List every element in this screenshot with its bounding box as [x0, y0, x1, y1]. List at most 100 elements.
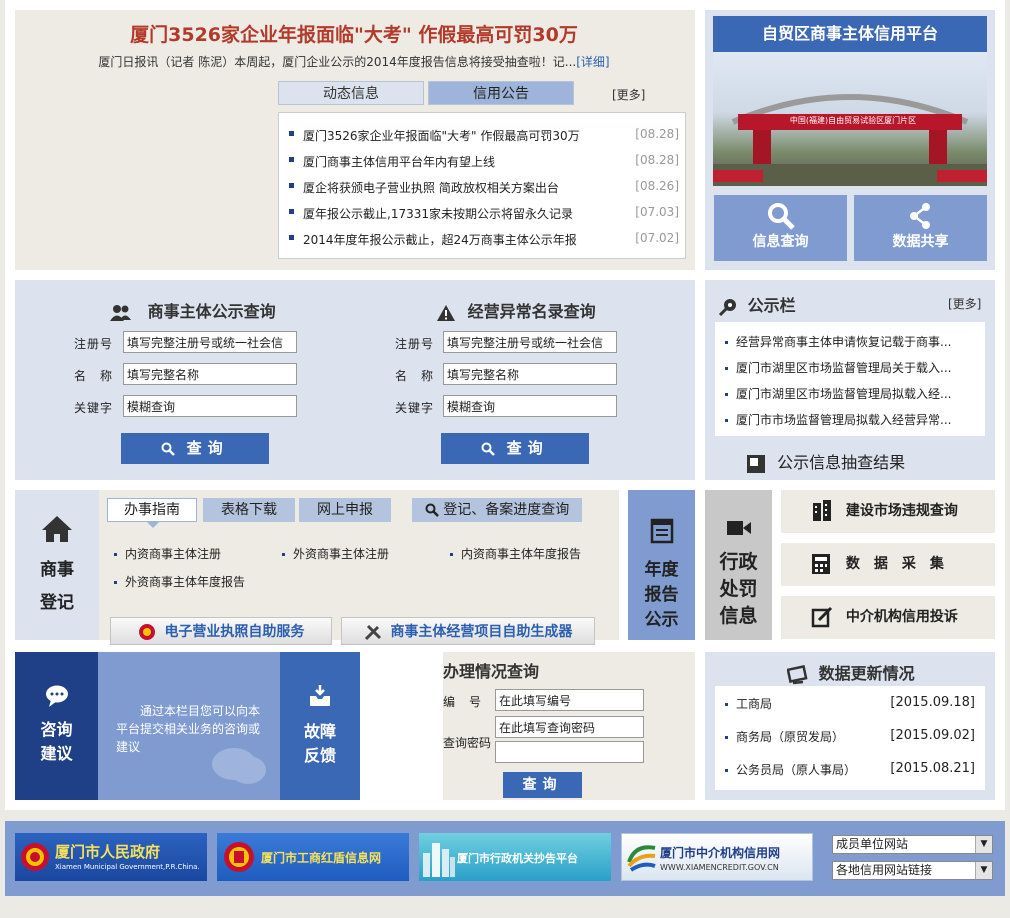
news-date: [08.28] [635, 153, 679, 167]
news-title[interactable]: 厦企将获颁电子营业执照 简政放权相关方案出台 [303, 179, 559, 196]
redshield-banner-link[interactable]: 厦门市工商红盾信息网 [217, 833, 409, 881]
table-row[interactable]: 商务局（原贸发局） [2015.09.02] [725, 728, 975, 745]
list-item[interactable]: 2014年度年报公示截止，超24万商事主体公示年报 [07.02] [289, 229, 679, 249]
gov-banner-link[interactable]: 厦门市人民政府 Xiamen Municipal Government,P.R.… [15, 833, 207, 881]
notice-item-text[interactable]: 经营异常商事主体申请恢复记载于商事... [736, 335, 951, 349]
bullet [725, 703, 728, 706]
inbox-icon [310, 685, 330, 706]
agency-complaint-tile[interactable]: 中介机构信用投诉 [781, 596, 995, 639]
users-icon [110, 304, 131, 321]
bullet [289, 131, 294, 136]
e-license-label: 电子营业执照自助服务 [164, 624, 305, 640]
penalty-label-1: 行政 [719, 551, 758, 573]
tab-online[interactable]: 网上申报 [299, 498, 391, 522]
headline-summary-text: 厦门日报讯（记者 陈泥）本周起，厦门企业公示的2014年度报告信息将接受抽查啦！… [98, 55, 577, 69]
public-query-button[interactable]: 查询 [121, 433, 269, 464]
abnormal-keyword-input[interactable]: 模糊查询 [443, 395, 617, 417]
list-item[interactable]: 厦门3526家企业年报面临"大考" 作假最高可罚30万 [08.28] [289, 125, 679, 145]
data-collection-tile[interactable]: 数 据 采 集 [781, 543, 995, 586]
business-scope-generator-button[interactable]: 商事主体经营项目自助生成器 [341, 617, 595, 645]
annual-label-2: 报告 [644, 585, 679, 605]
guide-link[interactable]: 内资商事主体注册 [114, 545, 221, 562]
abnormal-reg-no-input[interactable]: 填写完整注册号或统一社会信 [443, 331, 617, 353]
guide-link-text[interactable]: 外资商事主体注册 [293, 547, 389, 561]
guide-link[interactable]: 内资商事主体年度报告 [450, 545, 581, 562]
abnormal-query-title: 经营异常名录查询 [467, 302, 596, 321]
update-date: [2015.09.18] [890, 695, 975, 710]
home-icon [42, 516, 72, 542]
member-sites-select[interactable]: 成员单位网站 ▼ [832, 835, 993, 854]
sample-result-label: 公示信息抽查结果 [777, 453, 906, 472]
table-row[interactable]: 工商局 [2015.09.18] [725, 695, 975, 712]
video-icon [726, 521, 751, 535]
gov-banner-title: 厦门市人民政府 [55, 843, 161, 861]
e-license-button[interactable]: 电子营业执照自助服务 [110, 617, 332, 645]
data-share-button[interactable]: 数据共享 [854, 195, 987, 261]
warning-icon [437, 304, 455, 321]
news-title[interactable]: 厦门3526家企业年报面临"大考" 作假最高可罚30万 [303, 127, 580, 144]
password-input[interactable] [495, 741, 644, 763]
tab-forms[interactable]: 表格下载 [203, 498, 295, 522]
consult-button[interactable]: 咨询 建议 [15, 652, 98, 800]
credit-sites-value: 各地信用网站链接 [836, 863, 933, 877]
construction-violation-label: 建设市场违规查询 [845, 503, 958, 519]
headline-title[interactable]: 厦门3526家企业年报面临"大考" 作假最高可罚30万 [20, 20, 688, 47]
guide-link-text[interactable]: 内资商事主体年度报告 [461, 547, 581, 561]
list-item[interactable]: 厦门市湖里区市场监督管理局关于载入... [725, 359, 951, 376]
abnormal-query-button[interactable]: 查询 [441, 433, 589, 464]
guide-link-text[interactable]: 外资商事主体年度报告 [125, 575, 245, 589]
sample-result-link[interactable]: 公示信息抽查结果 [746, 449, 905, 474]
list-item[interactable]: 厦门市市场监督管理局拟载入经营异常... [725, 411, 951, 428]
notice-list: 经营异常商事主体申请恢复记载于商事... 厦门市湖里区市场监督管理局关于载入..… [715, 322, 985, 436]
annual-report-tile[interactable]: 年度 报告 公示 [628, 490, 695, 640]
credit-sites-select[interactable]: 各地信用网站链接 ▼ [832, 861, 993, 880]
guide-link[interactable]: 外资商事主体注册 [282, 545, 389, 562]
guide-link-text[interactable]: 内资商事主体注册 [125, 547, 221, 561]
notice-item-text[interactable]: 厦门市湖里区市场监督管理局关于载入... [736, 361, 951, 375]
bullet [725, 341, 728, 344]
list-item[interactable]: 厦年报公示截止,17331家未按期公示将留永久记录 [07.03] [289, 203, 679, 223]
news-date: [07.03] [635, 205, 679, 219]
guide-link[interactable]: 外资商事主体年度报告 [114, 573, 245, 590]
table-row[interactable]: 公务员局（原人事局） [2015.08.21] [725, 761, 975, 778]
news-title[interactable]: 2014年度年报公示截止，超24万商事主体公示年报 [303, 231, 577, 248]
tab-dynamic-info[interactable]: 动态信息 [278, 81, 424, 105]
progress-query-label: 登记、备案进度查询 [443, 502, 570, 518]
tab-credit-notice[interactable]: 信用公告 [428, 81, 574, 105]
notice-item-text[interactable]: 厦门市市场监督管理局拟载入经营异常... [736, 413, 951, 427]
copy-platform-banner-link[interactable]: 厦门市行政机关抄告平台 [419, 833, 611, 881]
construction-violation-tile[interactable]: 建设市场违规查询 [781, 490, 995, 533]
password-hint-input[interactable]: 在此填写查询密码 [495, 716, 644, 738]
news-title[interactable]: 厦门商事主体信用平台年内有望上线 [303, 153, 495, 170]
list-item[interactable]: 厦门商事主体信用平台年内有望上线 [08.28] [289, 151, 679, 171]
abnormal-name-input[interactable]: 填写完整名称 [443, 363, 617, 385]
number-input[interactable]: 在此填写编号 [495, 689, 644, 711]
credit-swirl-icon [627, 845, 656, 872]
headline-summary: 厦门日报讯（记者 陈泥）本周起，厦门企业公示的2014年度报告信息将接受抽查啦！… [20, 53, 688, 70]
chevron-down-icon: ▼ [975, 836, 992, 853]
name-input[interactable]: 填写完整名称 [123, 363, 297, 385]
keyword-input[interactable]: 模糊查询 [123, 395, 297, 417]
list-item[interactable]: 厦门市湖里区市场监督管理局拟载入经... [725, 385, 951, 402]
tab-guide[interactable]: 办事指南 [107, 498, 197, 522]
name-label: 名 称 [74, 369, 114, 383]
name-label: 名 称 [395, 369, 435, 383]
detail-link[interactable]: [详细] [576, 55, 609, 69]
fault-feedback-button[interactable]: 故障 反馈 [280, 652, 360, 800]
bullet [289, 209, 294, 214]
notice-more-link[interactable]: [更多] [948, 295, 981, 312]
button-label: 查询 [186, 439, 229, 457]
reg-no-input[interactable]: 填写完整注册号或统一社会信 [123, 331, 297, 353]
list-item[interactable]: 经营异常商事主体申请恢复记载于商事... [725, 333, 951, 350]
news-title[interactable]: 厦年报公示截止,17331家未按期公示将留永久记录 [303, 205, 573, 222]
penalty-info-tile[interactable]: 行政 处罚 信息 [705, 490, 772, 640]
data-share-label: 数据共享 [892, 234, 949, 250]
notice-item-text[interactable]: 厦门市湖里区市场监督管理局拟载入经... [736, 387, 951, 401]
news-more-link[interactable]: [更多] [612, 86, 645, 103]
registration-side: 商事 登记 [15, 490, 99, 640]
list-item[interactable]: 厦企将获颁电子营业执照 简政放权相关方案出台 [08.26] [289, 177, 679, 197]
processing-query-button[interactable]: 查询 [503, 772, 582, 798]
agency-credit-banner-link[interactable]: 厦门市中介机构信用网 WWW.XIAMENCREDIT.GOV.CN [621, 833, 813, 881]
progress-query-tab[interactable]: 登记、备案进度查询 [412, 498, 582, 522]
info-query-button[interactable]: 信息查询 [714, 195, 847, 261]
